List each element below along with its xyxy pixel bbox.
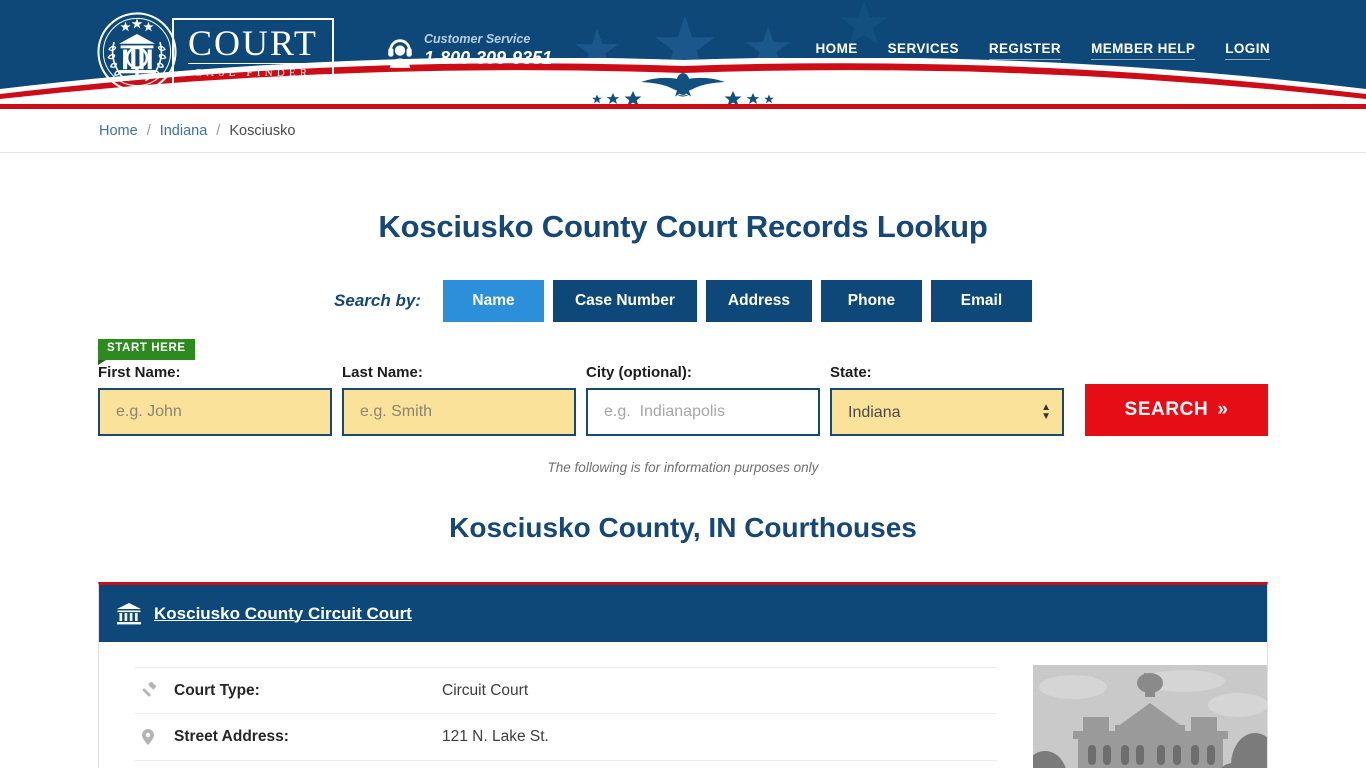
tab-case-number[interactable]: Case Number: [552, 280, 697, 322]
table-row: Street Address: 121 N. Lake St.: [135, 714, 997, 761]
last-name-input[interactable]: [342, 388, 576, 436]
tab-name[interactable]: Name: [442, 280, 544, 322]
search-by-label: Search by:: [334, 291, 421, 310]
first-name-field-group: First Name:: [98, 364, 332, 436]
court-card-header: Kosciusko County Circuit Court: [99, 585, 1267, 642]
customer-service-phone[interactable]: 1-800-309-9351: [424, 48, 552, 69]
breadcrumb: Home / Indiana / Kosciusko: [0, 109, 1366, 153]
breadcrumb-item-home[interactable]: Home: [99, 123, 138, 139]
city-field-group: City (optional):: [586, 364, 820, 436]
disclaimer-text: The following is for information purpose…: [547, 460, 819, 475]
nav-item-home[interactable]: HOME: [815, 41, 858, 60]
nav-item-register[interactable]: REGISTER: [988, 41, 1062, 60]
nav-item-member-help[interactable]: MEMBER HELP: [1091, 41, 1196, 60]
logo-wordmark: COURT CASE FINDER: [172, 17, 334, 87]
search-fields-row: First Name: Last Name: City (optional): …: [98, 339, 1268, 436]
breadcrumb-separator: /: [146, 122, 151, 139]
logo-tagline: CASE FINDER: [194, 66, 312, 79]
court-card: Kosciusko County Circuit Court Court Typ…: [98, 582, 1268, 768]
first-name-input[interactable]: [98, 388, 332, 436]
nav-item-services[interactable]: SERVICES: [887, 41, 959, 60]
start-here-badge: START HERE: [98, 339, 195, 364]
bank-columns-icon: [117, 602, 141, 624]
chevron-double-right-icon: »: [1217, 399, 1229, 420]
detail-value: 121 N. Lake St.: [442, 728, 549, 745]
table-row-partial: [135, 761, 997, 768]
city-label: City (optional):: [586, 364, 692, 381]
detail-value: Circuit Court: [442, 681, 529, 699]
nav-item-login[interactable]: LOGIN: [1225, 41, 1270, 60]
breadcrumb-separator: /: [216, 122, 221, 139]
tab-phone[interactable]: Phone: [820, 280, 922, 322]
search-button-label: SEARCH: [1124, 399, 1209, 420]
breadcrumb-item-current: Kosciusko: [229, 122, 296, 139]
court-card-body: Court Type: Circuit Court Street Address…: [99, 642, 1267, 768]
court-seal-icon: [97, 12, 177, 92]
court-detail-list: Court Type: Circuit Court Street Address…: [135, 659, 997, 768]
gavel-icon: [140, 681, 162, 700]
table-row: Court Type: Circuit Court: [135, 667, 997, 714]
court-name-link[interactable]: Kosciusko County Circuit Court: [154, 604, 412, 624]
logo-title: COURT: [188, 22, 318, 64]
detail-label: Court Type:: [174, 681, 260, 699]
section-title: Kosciusko County, IN Courthouses: [449, 512, 917, 543]
site-logo[interactable]: COURT CASE FINDER: [96, 11, 334, 93]
state-select[interactable]: Indiana: [830, 388, 1064, 436]
map-pin-icon: [140, 728, 162, 746]
search-button[interactable]: SEARCH »: [1085, 384, 1268, 436]
detail-label: Street Address:: [174, 728, 289, 745]
first-name-label: First Name:: [98, 364, 181, 381]
state-label: State:: [830, 364, 872, 381]
page-title: Kosciusko County Court Records Lookup: [378, 209, 988, 244]
page-body: Kosciusko County Court Records Lookup Se…: [0, 153, 1366, 768]
customer-service-label: Customer Service: [424, 32, 531, 46]
customer-service-block: Customer Service 1-800-309-9351: [385, 32, 552, 69]
search-form: START HERE First Name: Last Name: City (…: [98, 339, 1268, 436]
headset-support-icon: [388, 39, 412, 68]
breadcrumb-item-indiana[interactable]: Indiana: [160, 123, 208, 139]
search-by-tabs: Search by: Name Case Number Address Phon…: [0, 280, 1366, 322]
tab-address[interactable]: Address: [705, 280, 812, 322]
main-navigation: HOME SERVICES REGISTER MEMBER HELP LOGIN: [815, 41, 1270, 60]
last-name-label: Last Name:: [342, 364, 423, 381]
tab-email[interactable]: Email: [930, 280, 1032, 322]
city-input[interactable]: [586, 388, 820, 436]
state-field-group: State: Indiana ▲ ▼: [830, 364, 1064, 436]
courthouse-photo-wrap: [997, 659, 1267, 768]
last-name-field-group: Last Name:: [342, 364, 576, 436]
courthouse-photo: [1033, 665, 1267, 768]
site-header: ★ ★ ★ ★ ★ COURT CASE FINDER Customer Ser…: [0, 0, 1366, 104]
